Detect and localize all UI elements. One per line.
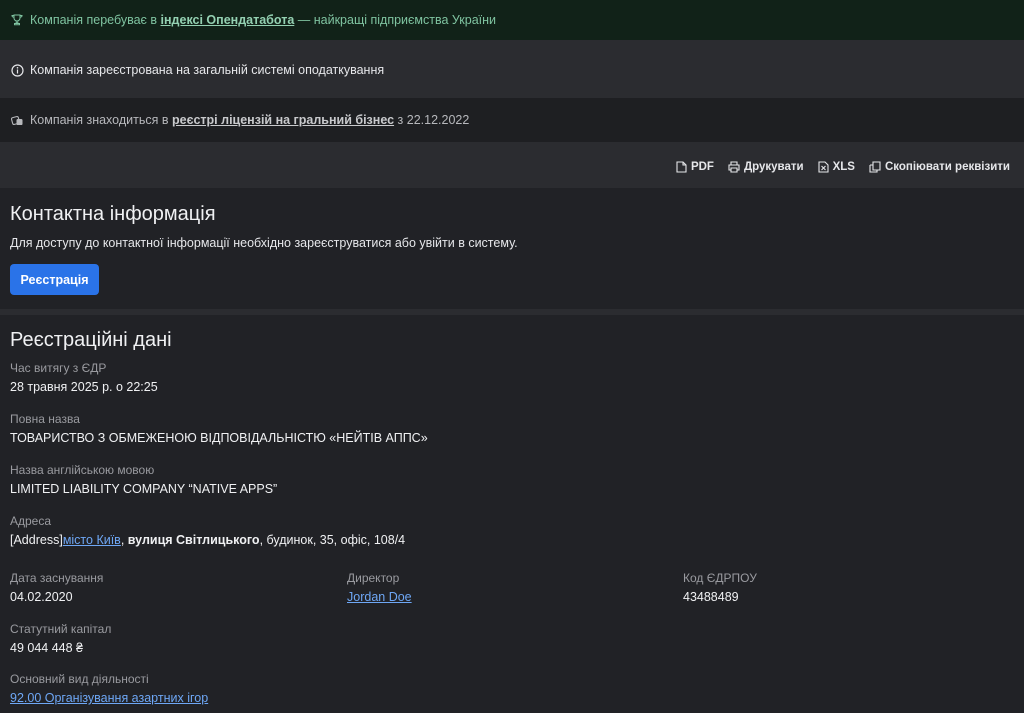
- tax-banner-text: Компанія зареєстрована на загальній сист…: [30, 63, 385, 77]
- copy-details-button[interactable]: Скопіювати реквізити: [869, 161, 1010, 173]
- xls-label: XLS: [832, 161, 855, 173]
- register-button[interactable]: Реєстрація: [10, 264, 99, 295]
- printer-icon: [728, 161, 740, 173]
- info-icon: [10, 63, 24, 77]
- file-pdf-icon: [676, 161, 687, 173]
- contact-info-description: Для доступу до контактної інформації нео…: [10, 236, 518, 250]
- edrpou-value: 43488489: [683, 590, 739, 604]
- english-name-label: Назва англійською мовою: [10, 463, 155, 477]
- english-name-value: LIMITED LIABILITY COMPANY “NATIVE APPS”: [10, 482, 278, 496]
- address-label: Адреса: [10, 514, 52, 528]
- edrpou-label: Код ЄДРПОУ: [683, 571, 757, 585]
- city-link[interactable]: місто Київ: [63, 533, 121, 547]
- license-registry-link[interactable]: реєстрі ліцензій на гральний бізнес: [172, 113, 394, 127]
- address-street: вулиця Світлицького: [127, 533, 260, 547]
- address-prefix: [Address]: [10, 533, 63, 547]
- address-sep: ,: [120, 533, 128, 547]
- extract-time-value: 28 травня 2025 р. о 22:25: [10, 380, 158, 394]
- activity-link[interactable]: 92.00 Організування азартних ігор: [10, 691, 208, 705]
- contact-info-title: Контактна інформація: [10, 203, 216, 225]
- full-name-value: ТОВАРИСТВО З ОБМЕЖЕНОЮ ВІДПОВІДАЛЬНІСТЮ …: [10, 431, 428, 445]
- founded-label: Дата заснування: [10, 571, 104, 585]
- registration-data-title: Реєстраційні дані: [10, 329, 172, 351]
- index-link[interactable]: індексі Опендатабота: [161, 13, 295, 27]
- director-field: Директор Jordan Doe: [347, 570, 412, 606]
- founded-field: Дата заснування 04.02.2020: [10, 570, 103, 606]
- xls-button[interactable]: XLS: [818, 161, 855, 173]
- extract-time-label: Час витягу з ЄДР: [10, 361, 107, 375]
- address-suffix: , будинок, 35, офіс, 108/4: [259, 533, 406, 547]
- trophy-icon: [10, 13, 24, 27]
- dice-icon: [10, 113, 24, 127]
- license-banner-prefix: Компанія знаходиться в: [30, 113, 169, 127]
- director-label: Директор: [347, 571, 400, 585]
- tax-banner: Компанія зареєстрована на загальній сист…: [0, 48, 1024, 92]
- founded-value: 04.02.2020: [10, 590, 73, 604]
- license-banner-suffix: з 22.12.2022: [397, 113, 470, 127]
- index-banner: Компанія перебуває в індексі Опендатабот…: [0, 0, 1024, 40]
- director-link[interactable]: Jordan Doe: [347, 590, 412, 604]
- export-toolbar: PDF Друкувати XLS Скопіювати реквізити: [0, 148, 1024, 186]
- capital-field: Статутний капітал 49 044 448 ₴: [10, 621, 111, 657]
- license-banner: Компанія знаходиться в реєстрі ліцензій …: [0, 98, 1024, 142]
- copy-icon: [869, 161, 881, 173]
- file-excel-icon: [818, 161, 829, 173]
- print-label: Друкувати: [743, 161, 804, 173]
- registration-data-card: Реєстраційні дані Час витягу з ЄДР 28 тр…: [0, 315, 1024, 713]
- print-button[interactable]: Друкувати: [728, 161, 804, 173]
- english-name-field: Назва англійською мовою LIMITED LIABILIT…: [10, 462, 277, 498]
- index-banner-prefix: Компанія перебуває в: [30, 13, 158, 27]
- extract-time-field: Час витягу з ЄДР 28 травня 2025 р. о 22:…: [10, 360, 158, 396]
- pdf-button[interactable]: PDF: [676, 161, 714, 173]
- capital-label: Статутний капітал: [10, 622, 112, 636]
- contact-info-card: Контактна інформація Для доступу до конт…: [0, 188, 1024, 309]
- edrpou-field: Код ЄДРПОУ 43488489: [683, 570, 757, 606]
- address-value: [Address]місто Київ, вулиця Світлицького…: [10, 531, 405, 549]
- address-field: Адреса [Address]місто Київ, вулиця Світл…: [10, 513, 405, 549]
- activity-field: Основний вид діяльності 92.00 Організува…: [10, 671, 208, 707]
- capital-value: 49 044 448 ₴: [10, 641, 83, 655]
- activity-label: Основний вид діяльності: [10, 672, 149, 686]
- full-name-label: Повна назва: [10, 412, 80, 426]
- full-name-field: Повна назва ТОВАРИСТВО З ОБМЕЖЕНОЮ ВІДПО…: [10, 411, 428, 447]
- copy-details-label: Скопіювати реквізити: [884, 161, 1010, 173]
- index-banner-suffix: — найкращі підприємства України: [297, 13, 497, 27]
- pdf-label: PDF: [690, 161, 714, 173]
